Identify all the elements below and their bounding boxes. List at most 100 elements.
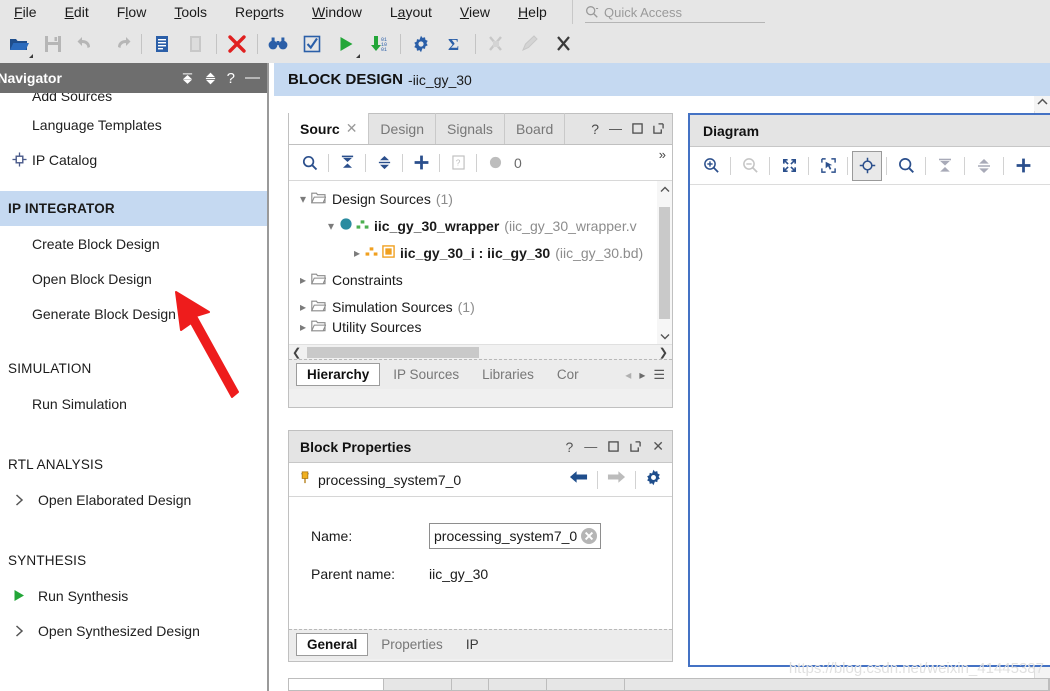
- back-arrow-icon[interactable]: [569, 470, 588, 489]
- table-cell[interactable]: [547, 679, 625, 690]
- chevron-right-icon[interactable]: ▸: [295, 320, 311, 334]
- tree-row[interactable]: ▸ iic_gy_30_i : iic_gy_30 (iic_gy_30.bd: [289, 239, 672, 266]
- tab-scroll-left-icon[interactable]: ◂: [625, 368, 631, 382]
- overflow-menu-icon[interactable]: »: [659, 147, 666, 162]
- sidebar-section-ip-integrator[interactable]: IP INTEGRATOR: [0, 191, 268, 226]
- help-icon[interactable]: ?: [565, 439, 573, 455]
- fit-screen-icon[interactable]: [774, 151, 804, 181]
- chevron-down-icon[interactable]: ▾: [323, 219, 339, 233]
- table-cell[interactable]: [489, 679, 547, 690]
- tab-libraries[interactable]: Libraries: [472, 364, 544, 385]
- maximize-icon[interactable]: [632, 123, 643, 134]
- menu-item-edit[interactable]: Edit: [51, 0, 103, 24]
- scroll-up-button[interactable]: [657, 181, 672, 197]
- chevron-right-icon[interactable]: [8, 494, 30, 506]
- diagram-canvas[interactable]: [690, 185, 1050, 663]
- sidebar-item-open-elaborated-design[interactable]: Open Elaborated Design: [0, 482, 268, 517]
- tab-sources[interactable]: Sourc ✕: [289, 113, 369, 144]
- tree-row[interactable]: ▸ Utility Sources: [289, 320, 672, 334]
- clear-icon[interactable]: [580, 527, 598, 545]
- copy-icon[interactable]: [145, 27, 179, 61]
- menu-item-window[interactable]: Window: [298, 0, 376, 24]
- zoom-area-icon[interactable]: [813, 151, 843, 181]
- table-cell[interactable]: [289, 679, 384, 690]
- minimize-icon[interactable]: —: [245, 74, 260, 82]
- find-binoculars-icon[interactable]: [261, 27, 295, 61]
- sidebar-item-open-block-design[interactable]: Open Block Design: [0, 261, 268, 296]
- minimize-icon[interactable]: —: [584, 444, 597, 450]
- menu-item-layout[interactable]: Layout: [376, 0, 446, 24]
- scroll-down-button[interactable]: [657, 328, 672, 344]
- sidebar-item-language-templates[interactable]: Language Templates: [0, 107, 268, 142]
- close-icon[interactable]: ✕: [652, 438, 664, 455]
- tab-properties[interactable]: Properties: [371, 634, 453, 655]
- table-cell[interactable]: [384, 679, 452, 690]
- sidebar-item-run-simulation[interactable]: Run Simulation: [0, 386, 268, 421]
- download-bitstream-icon[interactable]: 01 10 01: [363, 27, 397, 61]
- add-ip-icon[interactable]: [1008, 151, 1038, 181]
- sidebar-item-ip-catalog[interactable]: IP Catalog: [0, 142, 268, 177]
- tab-ip[interactable]: IP: [456, 634, 489, 655]
- name-input[interactable]: processing_system7_0: [429, 523, 601, 549]
- menu-item-view[interactable]: View: [446, 0, 504, 24]
- tree-row[interactable]: ▾ iic_gy_30_wrapper (iic_gy_30_wrapper.v: [289, 212, 672, 239]
- sidebar-item-add-sources[interactable]: Add Sources: [0, 93, 268, 107]
- tree-row[interactable]: ▸ Constraints: [289, 266, 672, 293]
- chevron-right-icon[interactable]: [8, 625, 30, 637]
- chevron-down-icon[interactable]: ▾: [295, 192, 311, 206]
- scroll-right-button[interactable]: ❯: [659, 346, 668, 359]
- float-icon[interactable]: [630, 441, 641, 452]
- tab-scroll-right-icon[interactable]: ▸: [639, 368, 645, 382]
- expand-all-icon[interactable]: [204, 72, 217, 85]
- sidebar-item-generate-block-design[interactable]: Generate Block Design: [0, 296, 268, 331]
- tree-vertical-scrollbar[interactable]: [657, 181, 672, 344]
- tab-general[interactable]: General: [296, 633, 368, 656]
- sidebar-item-create-block-design[interactable]: Create Block Design: [0, 226, 268, 261]
- quick-access-search[interactable]: Quick Access: [585, 0, 765, 24]
- search-icon[interactable]: [891, 151, 921, 181]
- tree-horizontal-scrollbar[interactable]: ❮ ❯: [289, 344, 672, 359]
- collapse-all-icon[interactable]: [332, 148, 362, 178]
- open-project-icon[interactable]: [2, 27, 36, 61]
- add-sources-icon[interactable]: [406, 148, 436, 178]
- tree-row[interactable]: ▾ Design Sources (1): [289, 185, 672, 212]
- checkbox-check-icon[interactable]: [295, 27, 329, 61]
- zoom-in-icon[interactable]: [696, 151, 726, 181]
- table-cell[interactable]: [625, 679, 1049, 690]
- close-scissors-icon[interactable]: [547, 27, 581, 61]
- menu-item-file[interactable]: File: [0, 0, 51, 24]
- menu-item-help[interactable]: Help: [504, 0, 561, 24]
- search-icon[interactable]: [295, 148, 325, 178]
- expand-all-icon[interactable]: [369, 148, 399, 178]
- menu-item-flow[interactable]: Flow: [103, 0, 161, 24]
- tab-design[interactable]: Design: [369, 113, 436, 144]
- close-icon[interactable]: ✕: [346, 120, 358, 137]
- help-icon[interactable]: ?: [227, 70, 235, 87]
- settings-gear-icon[interactable]: [404, 27, 438, 61]
- sidebar-item-open-synthesized-design[interactable]: Open Synthesized Design: [0, 613, 268, 648]
- run-play-icon[interactable]: [329, 27, 363, 61]
- tab-hierarchy[interactable]: Hierarchy: [296, 363, 380, 386]
- help-icon[interactable]: ?: [591, 121, 599, 137]
- menu-item-reports[interactable]: Reports: [221, 0, 298, 24]
- table-cell[interactable]: [452, 679, 490, 690]
- tab-signals[interactable]: Signals: [436, 113, 505, 144]
- tree-row[interactable]: ▸ Simulation Sources (1): [289, 293, 672, 320]
- bottom-results-table[interactable]: [288, 678, 1050, 691]
- float-icon[interactable]: [653, 123, 664, 134]
- chevron-right-icon[interactable]: ▸: [295, 300, 311, 314]
- sidebar-item-run-synthesis[interactable]: Run Synthesis: [0, 578, 268, 613]
- tab-board[interactable]: Board: [505, 113, 565, 144]
- tab-compile-order[interactable]: Cor: [547, 364, 589, 385]
- tree-scroll-thumb[interactable]: [659, 207, 670, 319]
- chevron-right-icon[interactable]: ▸: [349, 246, 365, 260]
- scroll-left-button[interactable]: ❮: [292, 346, 301, 359]
- tab-list-menu-icon[interactable]: ☰: [653, 367, 664, 383]
- tree-hscroll-thumb[interactable]: [307, 347, 479, 358]
- crosshair-target-icon[interactable]: [852, 151, 882, 181]
- settings-gear-icon[interactable]: [645, 469, 662, 491]
- maximize-icon[interactable]: [608, 441, 619, 452]
- tab-ip-sources[interactable]: IP Sources: [383, 364, 469, 385]
- chevron-right-icon[interactable]: ▸: [295, 273, 311, 287]
- sigma-icon[interactable]: Σ: [438, 27, 472, 61]
